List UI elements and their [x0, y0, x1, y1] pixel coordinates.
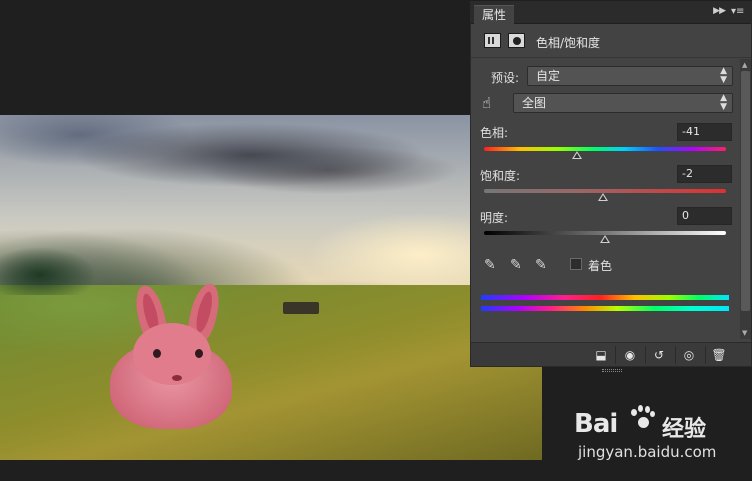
view-previous-state-icon[interactable]: ◉	[618, 346, 642, 364]
eyedropper-plus-icon[interactable]: ✎	[510, 256, 526, 274]
output-color-spectrum	[481, 306, 729, 311]
collapse-arrows-icon[interactable]: ▶▶	[713, 6, 726, 16]
channel-dropdown[interactable]: 全图 ▲ ▼	[513, 93, 733, 113]
footer-divider	[675, 346, 676, 364]
document-canvas[interactable]	[0, 115, 542, 460]
scroll-up-icon[interactable]: ▲	[742, 61, 747, 69]
visibility-eye-icon[interactable]: ◎	[677, 346, 701, 364]
panel-resize-grip[interactable]	[602, 369, 622, 372]
rabbit-image	[105, 280, 235, 433]
scrollbar-thumb[interactable]	[741, 71, 750, 311]
rabbit-nose	[172, 375, 182, 381]
hue-slider-thumb[interactable]	[572, 151, 583, 159]
dropdown-arrows-icon: ▲ ▼	[720, 66, 727, 85]
rice-terrace-field	[0, 285, 542, 460]
saturation-input[interactable]: -2	[677, 165, 732, 183]
lightness-label: 明度:	[480, 211, 509, 225]
panel-footer: ⬓ ◉ ↺ ◎ 🗑	[471, 342, 751, 372]
hue-label: 色相:	[480, 126, 509, 140]
hue-slider-track[interactable]	[484, 147, 726, 151]
hut	[283, 302, 319, 314]
preset-dropdown[interactable]: 自定 ▲ ▼	[527, 66, 733, 86]
tab-properties[interactable]: 属性	[474, 5, 515, 24]
dropdown-arrows-icon: ▲ ▼	[720, 93, 727, 112]
rabbit-eye-right	[195, 349, 203, 358]
preset-label: 预设:	[491, 71, 520, 85]
saturation-label: 饱和度:	[480, 169, 521, 183]
lightness-slider-thumb[interactable]	[600, 235, 610, 243]
footer-divider	[645, 346, 646, 364]
reset-icon[interactable]: ↺	[647, 346, 671, 364]
delete-trash-icon[interactable]: 🗑	[707, 346, 731, 364]
clip-to-layer-icon[interactable]: ⬓	[589, 346, 613, 364]
baidu-jingyan-watermark: Bai 经验 jingyan.baidu.com	[574, 405, 752, 469]
watermark-logo-cn: 经验	[662, 417, 707, 442]
properties-panel: 属性 ▶▶ ▾≡ 色相/饱和度 预设: 自定 ▲ ▼ ☝ 全图 ▲ ▼ 色相: -4…	[470, 1, 752, 372]
panel-scrollbar[interactable]: ▲ ▼	[740, 59, 751, 339]
lightness-input[interactable]: 0	[677, 207, 732, 225]
watermark-url: jingyan.baidu.com	[578, 443, 717, 461]
eyedropper-icon[interactable]: ✎	[484, 256, 500, 274]
hue-input[interactable]: -41	[677, 123, 732, 141]
targeted-adjustment-hand-icon[interactable]: ☝	[482, 94, 502, 112]
layer-mask-icon[interactable]	[508, 33, 525, 48]
paw-logo-icon	[629, 405, 655, 431]
preset-value: 自定	[536, 69, 561, 83]
rabbit-eye-left	[153, 349, 161, 358]
scroll-down-icon[interactable]: ▼	[742, 329, 747, 337]
panel-title: 色相/饱和度	[536, 36, 601, 50]
footer-divider	[615, 346, 616, 364]
saturation-slider-thumb[interactable]	[597, 193, 608, 201]
footer-divider	[705, 346, 706, 364]
watermark-logo-latin: Bai	[574, 409, 618, 439]
channel-value: 全图	[522, 96, 547, 110]
panel-menu-icon[interactable]: ▾≡	[731, 6, 745, 18]
panel-header: 色相/饱和度	[471, 25, 751, 58]
eyedropper-minus-icon[interactable]: ✎	[535, 256, 551, 274]
panel-tab-bar: 属性 ▶▶ ▾≡	[471, 2, 751, 24]
adjustment-layer-icon[interactable]	[484, 33, 501, 48]
colorize-checkbox[interactable]	[570, 258, 582, 270]
input-color-spectrum	[481, 295, 729, 300]
colorize-label: 着色	[588, 259, 613, 273]
